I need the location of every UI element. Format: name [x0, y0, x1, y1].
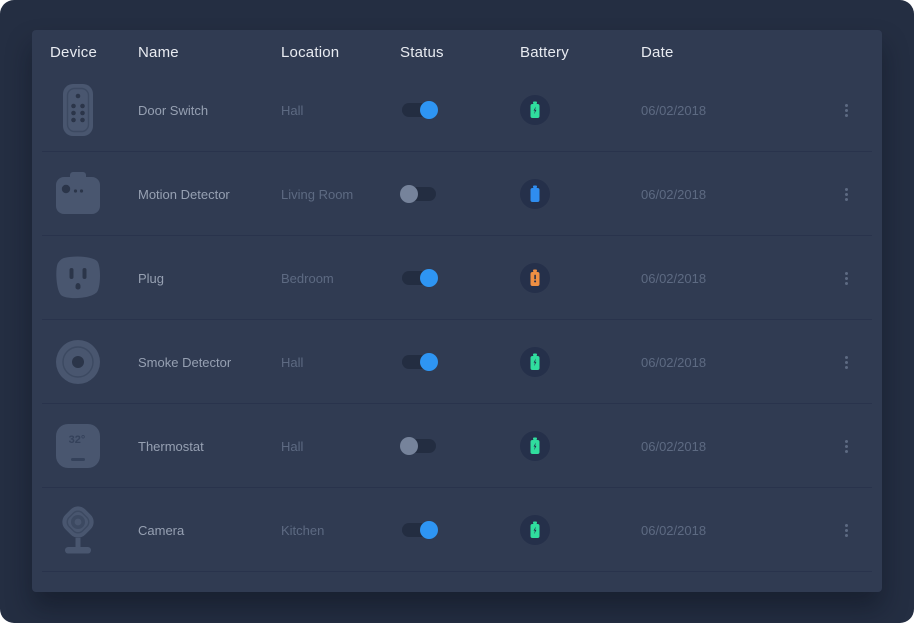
row-menu-button[interactable]	[841, 184, 852, 205]
toggle-knob	[400, 437, 418, 455]
toggle-knob	[420, 353, 438, 371]
row-menu-button[interactable]	[841, 520, 852, 541]
app-window: Device Name Location Status Battery Date	[0, 0, 914, 623]
row-menu-button[interactable]	[841, 100, 852, 121]
status-toggle[interactable]	[402, 523, 436, 537]
svg-text:32°: 32°	[69, 434, 86, 446]
row-menu-button[interactable]	[841, 436, 852, 457]
battery-charging-icon	[520, 347, 550, 377]
toggle-knob	[400, 185, 418, 203]
row-menu-button[interactable]	[841, 352, 852, 373]
remote-control-icon	[50, 82, 106, 138]
plug-outlet-icon	[50, 256, 106, 300]
toggle-knob	[420, 521, 438, 539]
status-toggle[interactable]	[402, 187, 436, 201]
battery-warning-icon	[520, 263, 550, 293]
status-toggle[interactable]	[402, 439, 436, 453]
device-name: Door Switch	[138, 103, 281, 118]
device-date: 06/02/2018	[641, 439, 810, 454]
status-toggle[interactable]	[402, 271, 436, 285]
battery-charging-icon	[520, 515, 550, 545]
motion-detector-icon	[50, 172, 106, 216]
table-row-motion-detector: Motion Detector Living Room 06/02/2018	[32, 152, 882, 236]
battery-charging-icon	[520, 95, 550, 125]
battery-charging-icon	[520, 431, 550, 461]
table-row-door-switch: Door Switch Hall 06/02/2018	[32, 68, 882, 152]
device-date: 06/02/2018	[641, 523, 810, 538]
thermostat-icon: 32°	[50, 422, 106, 470]
device-date: 06/02/2018	[641, 271, 810, 286]
column-header-location: Location	[281, 44, 400, 61]
device-location: Hall	[281, 355, 400, 370]
column-header-name: Name	[138, 44, 281, 61]
device-location: Hall	[281, 439, 400, 454]
device-date: 06/02/2018	[641, 187, 810, 202]
device-name: Smoke Detector	[138, 355, 281, 370]
device-date: 06/02/2018	[641, 103, 810, 118]
device-name: Thermostat	[138, 439, 281, 454]
table-row-smoke-detector: Smoke Detector Hall 06/02/2018	[32, 320, 882, 404]
table-row-plug: Plug Bedroom 06/02/2018	[32, 236, 882, 320]
status-toggle[interactable]	[402, 355, 436, 369]
column-header-date: Date	[641, 44, 810, 61]
status-toggle[interactable]	[402, 103, 436, 117]
table-row-thermostat: 32° Thermostat Hall 06/02/2018	[32, 404, 882, 488]
device-location: Bedroom	[281, 271, 400, 286]
device-location: Hall	[281, 103, 400, 118]
device-location: Kitchen	[281, 523, 400, 538]
device-name: Plug	[138, 271, 281, 286]
battery-full-icon	[520, 179, 550, 209]
smoke-detector-icon	[50, 338, 106, 386]
camera-icon	[50, 503, 106, 557]
device-name: Motion Detector	[138, 187, 281, 202]
table-body: Door Switch Hall 06/02/2018	[32, 68, 882, 572]
table-row-camera: Camera Kitchen 06/02/2018	[32, 488, 882, 572]
column-header-device: Device	[50, 44, 138, 61]
row-menu-button[interactable]	[841, 268, 852, 289]
device-name: Camera	[138, 523, 281, 538]
column-header-status: Status	[400, 44, 520, 61]
device-location: Living Room	[281, 187, 400, 202]
device-table: Device Name Location Status Battery Date	[32, 30, 882, 592]
toggle-knob	[420, 269, 438, 287]
table-header: Device Name Location Status Battery Date	[32, 30, 882, 68]
toggle-knob	[420, 101, 438, 119]
column-header-battery: Battery	[520, 44, 641, 61]
device-date: 06/02/2018	[641, 355, 810, 370]
